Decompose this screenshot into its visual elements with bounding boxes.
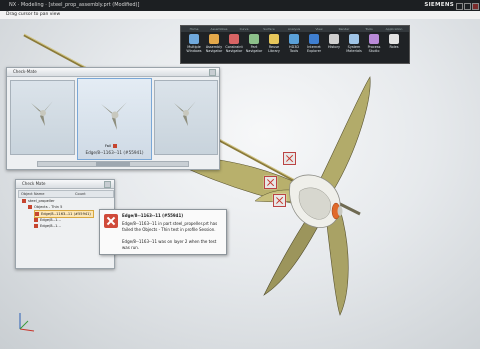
roles-icon — [389, 34, 399, 44]
title-bar: NX · Modeling · [steel_prop_assembly.prt… — [0, 0, 480, 11]
materials-icon — [349, 34, 359, 44]
thumbnail-caption: Edge/8--1163--11 (#55941) — [85, 150, 144, 155]
scroll-thumb[interactable] — [96, 162, 130, 166]
error-icon — [35, 212, 39, 216]
ribbon-tab[interactable]: Render — [333, 26, 355, 32]
error-marker-icon[interactable] — [273, 194, 286, 207]
browser-icon — [309, 34, 319, 44]
multiple-windows-button[interactable]: Multiple Windows — [185, 34, 203, 61]
error-icon — [112, 144, 117, 148]
assembly-icon — [209, 34, 219, 44]
windows-icon — [189, 34, 199, 44]
propeller-thumbnail — [101, 102, 127, 130]
reuse-library-button[interactable]: Reuse Library — [265, 34, 283, 61]
table-header: Object Name Count — [18, 190, 114, 198]
maximize-button[interactable] — [464, 3, 471, 10]
ribbon-tab[interactable]: View — [308, 26, 330, 32]
ribbon-tab[interactable]: Tools — [358, 26, 380, 32]
error-marker-icon[interactable] — [283, 152, 296, 165]
process-icon — [369, 34, 379, 44]
check-result-tooltip: Edge/8--1163--11 (#55941) Edge/8--1163--… — [99, 209, 227, 255]
error-marker-icon[interactable] — [264, 176, 277, 189]
error-icon — [34, 218, 38, 222]
roles-button[interactable]: Roles — [385, 34, 403, 61]
minimize-button[interactable] — [456, 3, 463, 10]
column-header[interactable]: Count — [75, 191, 86, 197]
propeller-thumbnail — [31, 101, 53, 126]
error-icon — [22, 199, 26, 203]
error-icon — [34, 224, 38, 228]
library-icon — [269, 34, 279, 44]
ribbon-tab[interactable]: Curve — [233, 26, 255, 32]
hd3d-tools-button[interactable]: HD3D Tools — [285, 34, 303, 61]
history-button[interactable]: History — [325, 34, 343, 61]
check-mate-panel: Check-Mate Edge/8--1163--11 (#55941) Fai… — [6, 67, 220, 170]
ribbon-tab[interactable]: Application — [383, 26, 405, 32]
tooltip-line: Edge/8--1163--11 was on layer 2 when the… — [122, 239, 217, 250]
thumbnail-scrollbar[interactable] — [37, 161, 189, 167]
part-icon — [249, 34, 259, 44]
brand-logo: SIEMENS — [424, 2, 454, 8]
process-studio-button[interactable]: Process Studio — [365, 34, 383, 61]
error-icon — [104, 214, 118, 228]
resource-toolbar: Home Assemblies Curve Surface Analysis V… — [180, 25, 410, 64]
status-strip: Fail — [105, 144, 121, 149]
ribbon-tab[interactable]: Assemblies — [208, 26, 230, 32]
assembly-navigator-button[interactable]: Assembly Navigator — [205, 34, 223, 61]
hd3d-icon — [289, 34, 299, 44]
error-icon — [28, 205, 32, 209]
ribbon-tab[interactable]: Analysis — [283, 26, 305, 32]
constraint-icon — [229, 34, 239, 44]
close-button[interactable] — [472, 3, 479, 10]
ribbon-tab[interactable]: Surface — [258, 26, 280, 32]
close-icon[interactable] — [104, 181, 111, 188]
window-title: NX · Modeling · [steel_prop_assembly.prt… — [9, 2, 140, 8]
internet-explorer-button[interactable]: Internet Explorer — [305, 34, 323, 61]
constraint-navigator-button[interactable]: Constraint Navigator — [225, 34, 243, 61]
part-navigator-button[interactable]: Part Navigator — [245, 34, 263, 61]
propeller-thumbnail — [174, 101, 196, 126]
ribbon-tab[interactable]: Home — [183, 26, 205, 32]
system-materials-button[interactable]: System Materials — [345, 34, 363, 61]
tree-row[interactable]: Edge/8--1... — [34, 223, 61, 229]
thumbnail-left[interactable] — [10, 80, 75, 155]
panel-title: Check Mate — [16, 180, 114, 189]
cue-text: Drag cursor to pan view — [6, 12, 61, 17]
panel-title: Check-Mate — [7, 68, 219, 77]
ribbon-tabs: Home Assemblies Curve Surface Analysis V… — [181, 26, 409, 32]
close-icon[interactable] — [209, 69, 216, 76]
thumbnail-right[interactable] — [154, 80, 218, 155]
tooltip-line: Edge/8--1163--11 in part steel_propeller… — [122, 221, 218, 232]
history-icon — [329, 34, 339, 44]
tooltip-title: Edge/8--1163--11 (#55941) — [122, 213, 184, 218]
column-header[interactable]: Object Name — [21, 191, 44, 197]
